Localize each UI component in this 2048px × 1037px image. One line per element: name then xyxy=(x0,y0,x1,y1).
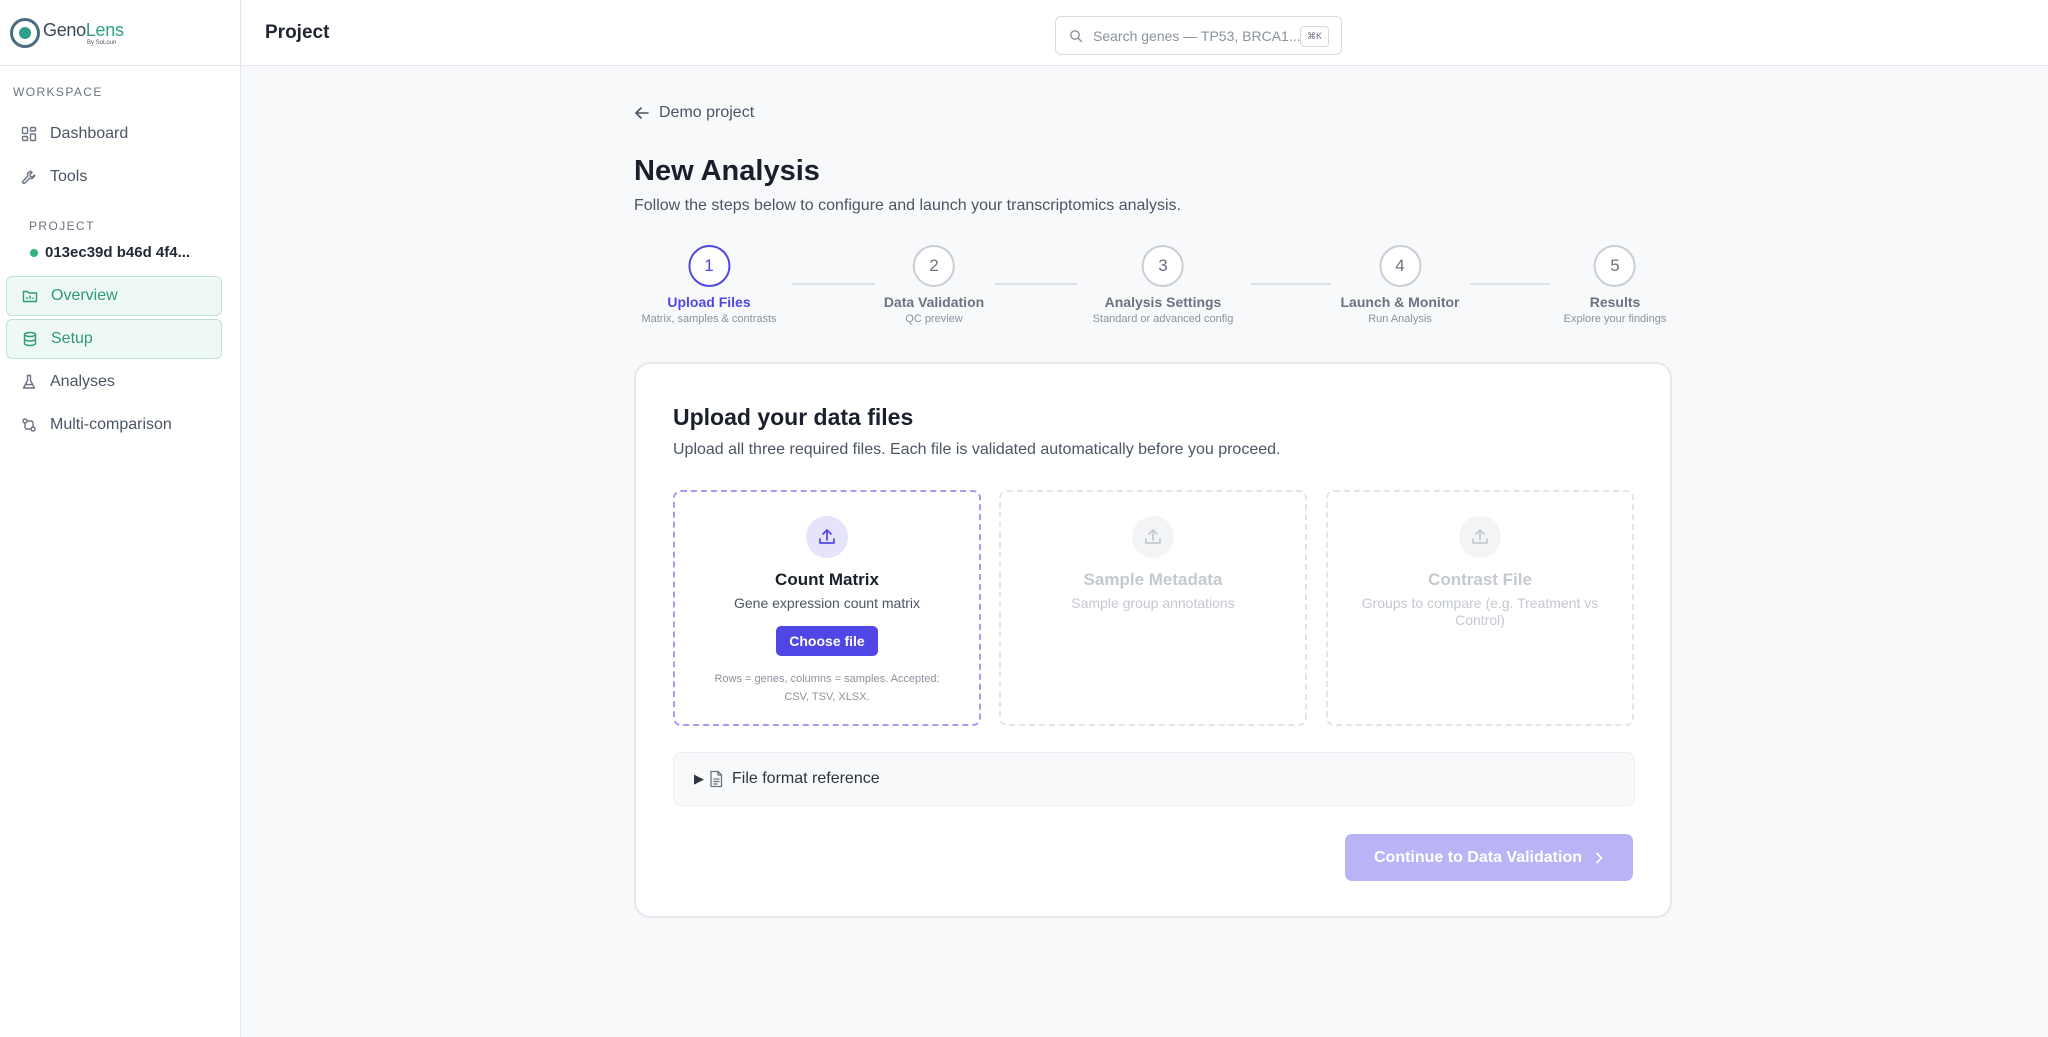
step-upload-files[interactable]: 1 Upload Files Matrix, samples & contras… xyxy=(641,245,777,325)
sidebar-item-tools[interactable]: Tools xyxy=(6,157,222,197)
step-label: Results xyxy=(1589,294,1641,310)
flask-icon xyxy=(20,373,38,391)
sample-metadata-dropzone: Sample Metadata Sample group annotations xyxy=(999,490,1307,726)
arrow-left-icon xyxy=(634,105,650,121)
step-description: Standard or advanced config xyxy=(1092,313,1234,325)
upload-icon xyxy=(1459,516,1501,558)
sidebar-item-multi-comparison[interactable]: Multi-comparison xyxy=(6,405,222,445)
upload-icon xyxy=(1132,516,1174,558)
logo-subtext: By SoLoun xyxy=(87,40,117,46)
logo-text: GenoLens xyxy=(43,20,124,40)
step-description: QC preview xyxy=(905,313,963,325)
step-label: Analysis Settings xyxy=(1104,294,1222,310)
sidebar-item-overview[interactable]: Overview xyxy=(6,276,222,316)
step-data-validation[interactable]: 2 Data Validation QC preview xyxy=(884,245,984,325)
step-label: Upload Files xyxy=(667,294,751,310)
step-description: Matrix, samples & contrasts xyxy=(641,313,777,325)
page-subtitle: Follow the steps below to configure and … xyxy=(634,197,1181,214)
upload-icon xyxy=(806,516,848,558)
upload-title: Contrast File xyxy=(1428,570,1532,589)
continue-button[interactable]: Continue to Data Validation xyxy=(1345,834,1633,881)
sidebar-item-label: Dashboard xyxy=(50,125,129,142)
step-description: Explore your findings xyxy=(1563,313,1667,325)
file-format-reference-toggle[interactable]: ▶ File format reference xyxy=(673,752,1635,806)
step-number: 2 xyxy=(912,245,955,287)
step-description: Run Analysis xyxy=(1368,313,1432,325)
upload-description: Gene expression count matrix xyxy=(734,595,920,611)
file-format-reference-label: File format reference xyxy=(732,770,880,787)
continue-button-label: Continue to Data Validation xyxy=(1373,848,1582,866)
step-number: 4 xyxy=(1379,245,1421,287)
sidebar-item-label: Tools xyxy=(50,168,88,185)
upload-description: Sample group annotations xyxy=(1071,595,1235,611)
wrench-icon xyxy=(20,168,38,186)
step-launch-monitor[interactable]: 4 Launch & Monitor Run Analysis xyxy=(1341,245,1460,325)
step-connector xyxy=(1470,283,1550,285)
sidebar-item-setup[interactable]: Setup xyxy=(6,319,222,359)
contrast-file-dropzone: Contrast File Groups to compare (e.g. Tr… xyxy=(1326,490,1634,726)
card-subtitle: Upload all three required files. Each fi… xyxy=(673,441,1281,458)
project-selector[interactable]: 013ec39d b46d 4f4... xyxy=(30,244,190,261)
sidebar-item-dashboard[interactable]: Dashboard xyxy=(6,114,222,154)
sidebar-item-analyses[interactable]: Analyses xyxy=(6,362,222,402)
project-id-label: 013ec39d b46d 4f4... xyxy=(45,244,191,261)
step-connector xyxy=(1251,283,1331,285)
step-label: Data Validation xyxy=(883,294,985,310)
card-title: Upload your data files xyxy=(673,404,914,430)
document-icon xyxy=(708,770,724,788)
back-link[interactable]: Demo project xyxy=(634,104,754,122)
upload-title: Count Matrix xyxy=(775,570,879,589)
grid-icon xyxy=(20,125,38,143)
sidebar-item-label: Overview xyxy=(51,287,118,304)
workspace-section-label: WORKSPACE xyxy=(13,85,103,99)
step-connector xyxy=(792,283,875,285)
search-box[interactable]: ⌘K xyxy=(1055,16,1342,55)
sidebar: GenoLens By SoLoun WORKSPACE Dashboard T… xyxy=(0,0,241,1037)
page-heading: Project xyxy=(265,22,330,43)
step-number: 5 xyxy=(1593,245,1636,287)
search-shortcut-badge: ⌘K xyxy=(1299,26,1329,47)
chevron-right-icon xyxy=(1594,852,1604,864)
database-icon xyxy=(21,330,39,348)
step-label: Launch & Monitor xyxy=(1340,294,1460,310)
upload-format-note: Rows = genes, columns = samples. Accepte… xyxy=(714,673,940,703)
sidebar-item-label: Setup xyxy=(51,330,93,347)
count-matrix-dropzone[interactable]: Count Matrix Gene expression count matri… xyxy=(673,490,981,726)
search-icon xyxy=(1069,29,1083,43)
step-results[interactable]: 5 Results Explore your findings xyxy=(1563,245,1667,325)
upload-description: Groups to compare (e.g. Treatment vs Con… xyxy=(1361,595,1599,628)
step-number: 1 xyxy=(688,245,730,287)
step-analysis-settings[interactable]: 3 Analysis Settings Standard or advanced… xyxy=(1092,245,1234,325)
choose-file-button[interactable]: Choose file xyxy=(776,626,878,656)
sidebar-item-label: Analyses xyxy=(50,373,115,390)
page-title: New Analysis xyxy=(634,155,820,187)
step-number: 3 xyxy=(1142,245,1184,287)
disclosure-triangle-icon: ▶ xyxy=(694,771,704,786)
back-link-label: Demo project xyxy=(659,104,755,121)
search-input[interactable] xyxy=(1093,27,1303,44)
step-connector xyxy=(995,283,1077,285)
project-section-label: PROJECT xyxy=(29,219,95,233)
topbar: Project ⌘K xyxy=(241,0,2048,66)
folder-chart-icon xyxy=(21,287,39,305)
upload-title: Sample Metadata xyxy=(1083,570,1223,589)
status-dot xyxy=(30,248,38,257)
upload-card: Upload your data files Upload all three … xyxy=(634,362,1672,918)
logo[interactable]: GenoLens By SoLoun xyxy=(0,0,240,66)
logo-mark-icon xyxy=(10,17,40,48)
sidebar-item-label: Multi-comparison xyxy=(50,416,172,433)
compare-icon xyxy=(20,416,38,434)
